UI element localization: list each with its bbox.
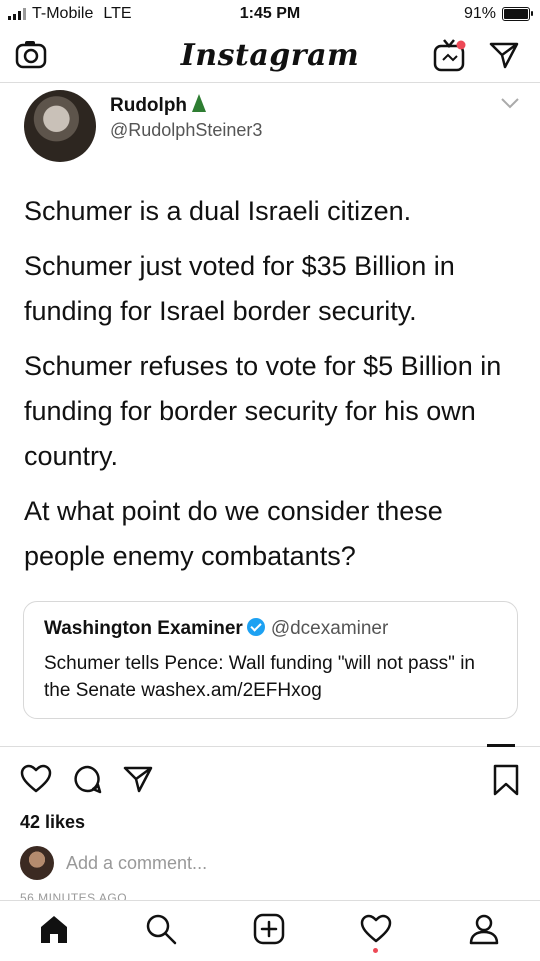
divider [0, 746, 540, 747]
tweet-paragraph: Schumer is a dual Israeli citizen. [24, 196, 412, 226]
bookmark-icon[interactable] [492, 764, 520, 801]
chevron-down-icon [500, 96, 520, 115]
like-count[interactable]: 42 likes [20, 812, 85, 833]
status-bar: T-Mobile LTE 1:45 PM 91% [0, 0, 540, 30]
activity-icon[interactable] [360, 913, 392, 950]
igtv-icon[interactable] [433, 38, 467, 77]
quoted-tweet: Washington Examiner @dcexaminer Schumer t… [23, 601, 518, 719]
direct-message-icon[interactable] [488, 40, 520, 75]
home-icon[interactable] [38, 913, 70, 950]
battery-percent: 91% [463, 5, 496, 22]
tweet-text: Schumer is a dual Israeli citizen. Schum… [24, 189, 516, 589]
quoted-tweet-text: Schumer tells Pence: Wall funding "will … [44, 653, 475, 701]
search-icon[interactable] [145, 913, 177, 950]
verified-icon [246, 618, 265, 636]
share-icon[interactable] [122, 764, 154, 799]
tweet-display-name: Rudolph [110, 94, 207, 117]
tweet-paragraph: Schumer refuses to vote for $5 Billion i… [24, 351, 502, 471]
tweet-avatar [24, 90, 96, 162]
comment-input[interactable]: Add a comment... [66, 853, 207, 874]
avatar [20, 846, 54, 880]
profile-icon[interactable] [468, 913, 500, 950]
app-header: Instagram [0, 30, 540, 83]
heart-icon[interactable] [20, 764, 52, 799]
add-post-icon[interactable] [253, 913, 285, 950]
tab-bar [0, 900, 540, 961]
carousel-indicator [487, 744, 515, 747]
tweet-paragraph: At what point do we consider these peopl… [24, 496, 443, 571]
battery-info: 91% [463, 5, 533, 23]
tree-icon [192, 94, 207, 112]
battery-icon [502, 7, 533, 21]
tweet-handle: @RudolphSteiner3 [110, 120, 263, 140]
quoted-tweet-header: Washington Examiner @dcexaminer [44, 618, 389, 639]
tweet-paragraph: Schumer just voted for $35 Billion in fu… [24, 251, 455, 326]
post-image: Rudolph @RudolphSteiner3 Schumer is a du… [0, 86, 540, 746]
post-timestamp: 56 MINUTES AGO [20, 891, 128, 900]
comment-icon[interactable] [72, 764, 104, 799]
notification-dot [373, 948, 378, 953]
clock: 1:45 PM [239, 5, 301, 22]
